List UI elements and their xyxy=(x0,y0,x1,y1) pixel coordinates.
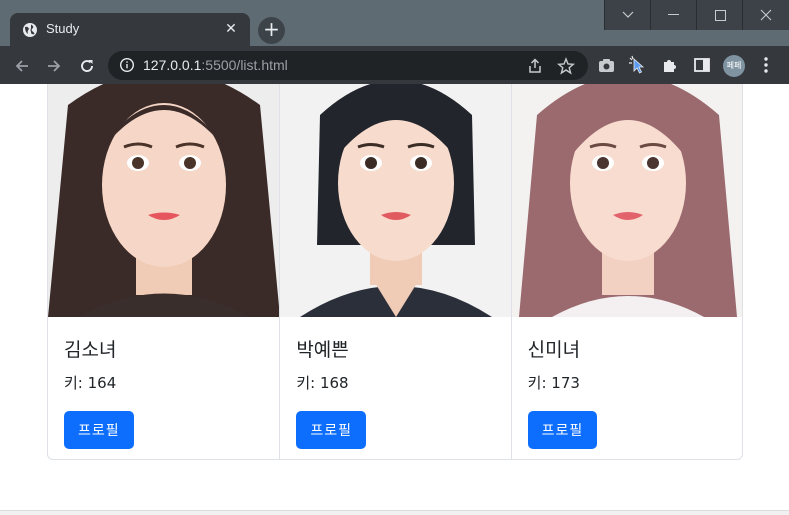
profile-card: 김소녀 키: 164 프로필 xyxy=(48,84,280,459)
new-tab-button[interactable]: + xyxy=(258,17,285,44)
side-panel-icon[interactable] xyxy=(692,55,712,75)
bookmark-star-icon[interactable] xyxy=(557,57,575,75)
card-height: 키: 164 xyxy=(64,374,117,392)
address-bar[interactable]: 127.0.0.1:5500/list.html xyxy=(108,51,588,80)
tab-title: Study xyxy=(46,21,80,36)
card-name: 김소녀 xyxy=(64,339,117,361)
card-name: 신미녀 xyxy=(527,339,581,361)
back-arrow-icon[interactable] xyxy=(11,55,33,77)
profile-photo xyxy=(511,84,742,317)
minimize-icon[interactable] xyxy=(651,0,697,30)
reload-icon[interactable] xyxy=(76,55,98,77)
browser-titlebar: Study ✕ + xyxy=(0,0,789,46)
browser-toolbar: 127.0.0.1:5500/list.html xyxy=(0,46,789,84)
tab-search-chevron-icon[interactable] xyxy=(605,0,651,30)
camera-icon[interactable] xyxy=(596,55,616,75)
url-text[interactable]: 127.0.0.1:5500/list.html xyxy=(143,57,288,73)
card-height: 키: 173 xyxy=(527,374,580,392)
more-menu-icon[interactable] xyxy=(756,55,776,75)
window-controls xyxy=(604,0,789,30)
browser-tab[interactable]: Study ✕ xyxy=(10,13,250,46)
maximize-icon[interactable] xyxy=(697,0,743,30)
card-name: 박예쁜 xyxy=(296,339,349,361)
cursor-extension-icon[interactable] xyxy=(628,55,648,75)
profile-card: 신미녀 키: 173 프로필 xyxy=(510,84,742,459)
profile-button[interactable]: 프로필 xyxy=(64,411,134,449)
extensions-puzzle-icon[interactable] xyxy=(660,55,680,75)
card-height: 키: 168 xyxy=(296,374,349,392)
profile-avatar[interactable]: 페페 xyxy=(723,55,745,77)
profile-button[interactable]: 프로필 xyxy=(527,411,598,449)
card-group: 김소녀 키: 164 프로필 박예쁜 키: 168 프로필 신미녀 키: 173… xyxy=(47,84,743,460)
forward-arrow-icon[interactable] xyxy=(43,55,65,77)
profile-button[interactable]: 프로필 xyxy=(296,411,366,449)
window-bottom-edge xyxy=(0,510,789,515)
globe-icon xyxy=(23,23,37,37)
page-viewport: 김소녀 키: 164 프로필 박예쁜 키: 168 프로필 신미녀 키: 173… xyxy=(0,84,789,515)
profile-photo xyxy=(48,84,280,317)
close-window-icon[interactable] xyxy=(743,0,789,30)
close-tab-icon[interactable]: ✕ xyxy=(222,20,240,38)
site-info-icon[interactable] xyxy=(119,57,135,73)
profile-card: 박예쁜 키: 168 프로필 xyxy=(279,84,511,459)
profile-photo xyxy=(280,84,511,317)
share-icon[interactable] xyxy=(526,57,544,75)
